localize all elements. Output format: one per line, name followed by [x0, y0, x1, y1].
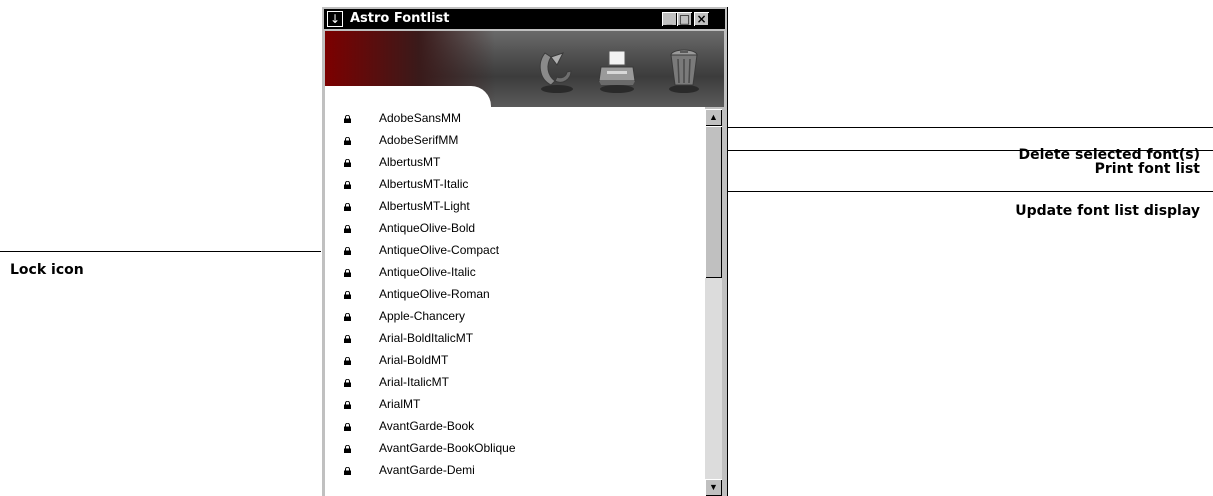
update-font-list-button[interactable] [533, 45, 577, 95]
window-title: Astro Fontlist [350, 11, 450, 26]
lock-icon [344, 269, 351, 277]
lock-icon [344, 401, 351, 409]
font-name: Arial-BoldItalicMT [379, 331, 474, 345]
font-name: AlbertusMT [379, 155, 441, 169]
astro-fontlist-window: ↓ Astro Fontlist _ □ × AdobeSansMM Adobe… [321, 6, 728, 496]
vertical-scrollbar[interactable]: ▲ ▼ [705, 109, 722, 496]
title-bar[interactable]: ↓ Astro Fontlist _ □ × [324, 9, 725, 29]
lock-icon [344, 159, 351, 167]
font-name: Arial-BoldMT [379, 353, 449, 367]
callout-update-font-list-display: Update font list display [1015, 203, 1200, 219]
lock-icon [344, 313, 351, 321]
trash-can-icon [669, 49, 699, 93]
minimize-button[interactable]: _ [662, 12, 677, 26]
list-item[interactable]: AlbertusMT [325, 153, 705, 175]
font-name: AntiqueOlive-Compact [379, 243, 500, 257]
lock-icon [344, 467, 351, 475]
list-item[interactable]: Arial-ItalicMT [325, 373, 705, 395]
lock-icon [344, 137, 351, 145]
list-item[interactable]: AvantGarde-Demi [325, 461, 705, 483]
list-item[interactable]: AdobeSerifMM [325, 131, 705, 153]
list-item[interactable]: AvantGarde-BookOblique [325, 439, 705, 461]
font-name: AdobeSansMM [379, 111, 462, 125]
scroll-up-button[interactable]: ▲ [705, 109, 722, 126]
lock-icon [344, 423, 351, 431]
list-item[interactable]: Arial-BoldMT [325, 351, 705, 373]
font-name: AntiqueOlive-Bold [379, 221, 476, 235]
list-item[interactable]: Apple-Chancery [325, 307, 705, 329]
font-name: AlbertusMT-Light [379, 199, 470, 213]
refresh-arrow-icon [539, 52, 573, 93]
toolbar-panel-curve [325, 86, 491, 108]
list-item[interactable]: AvantGarde-Book [325, 417, 705, 439]
font-name: AntiqueOlive-Italic [379, 265, 476, 279]
print-font-list-button[interactable] [595, 45, 639, 95]
font-name: AvantGarde-Book [379, 419, 475, 433]
callout-print-font-list: Print font list [1094, 161, 1200, 177]
callout-line-lock [0, 251, 345, 252]
font-name: AvantGarde-BookOblique [379, 441, 516, 455]
scrollbar-thumb[interactable] [705, 126, 722, 278]
printer-icon [598, 50, 636, 93]
lock-icon [344, 115, 351, 123]
font-name: AdobeSerifMM [379, 133, 459, 147]
app-menu-icon[interactable]: ↓ [327, 11, 343, 27]
lock-icon [344, 291, 351, 299]
lock-icon [344, 181, 351, 189]
font-name: AntiqueOlive-Roman [379, 287, 490, 301]
font-name: Arial-ItalicMT [379, 375, 450, 389]
font-name: AlbertusMT-Italic [379, 177, 469, 191]
font-name: AvantGarde-Demi [379, 463, 475, 477]
list-item[interactable]: AlbertusMT-Italic [325, 175, 705, 197]
list-item[interactable]: AlbertusMT-Light [325, 197, 705, 219]
list-item[interactable]: AdobeSansMM [325, 109, 705, 131]
delete-selected-fonts-button[interactable] [662, 45, 706, 95]
scroll-down-button[interactable]: ▼ [705, 479, 722, 496]
lock-icon [344, 225, 351, 233]
font-list[interactable]: AdobeSansMM AdobeSerifMM AlbertusMT Albe… [325, 107, 705, 496]
close-button[interactable]: × [694, 12, 709, 26]
lock-icon [344, 445, 351, 453]
callout-line-delete-horizontal [681, 127, 1213, 128]
list-item[interactable]: AntiqueOlive-Compact [325, 241, 705, 263]
font-name: ArialMT [379, 397, 421, 411]
list-item[interactable]: Arial-BoldItalicMT [325, 329, 705, 351]
list-item[interactable]: AntiqueOlive-Roman [325, 285, 705, 307]
font-name: Apple-Chancery [379, 309, 466, 323]
maximize-button[interactable]: □ [677, 12, 692, 26]
lock-icon [344, 335, 351, 343]
lock-icon [344, 357, 351, 365]
callout-lock-icon: Lock icon [10, 262, 84, 278]
lock-icon [344, 247, 351, 255]
list-item[interactable]: ArialMT [325, 395, 705, 417]
lock-icon [344, 203, 351, 211]
list-item[interactable]: AntiqueOlive-Italic [325, 263, 705, 285]
lock-icon [344, 379, 351, 387]
list-item[interactable]: AntiqueOlive-Bold [325, 219, 705, 241]
